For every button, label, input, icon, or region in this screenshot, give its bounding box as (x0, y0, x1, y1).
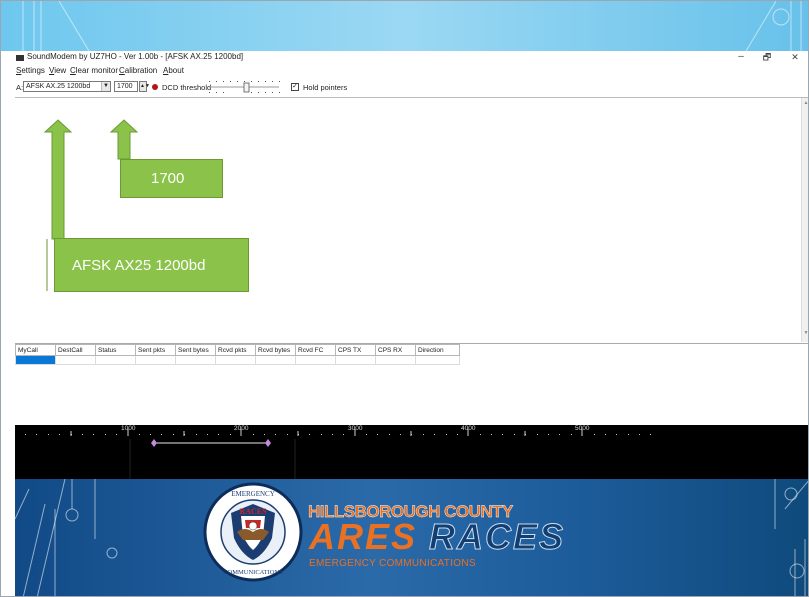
app-icon (16, 55, 24, 61)
table-cell[interactable] (375, 356, 416, 365)
table-cell[interactable] (255, 356, 296, 365)
frequency-callout: 1700 (120, 159, 223, 198)
tagline: EMERGENCY COMMUNICATIONS (309, 558, 476, 569)
table-cell[interactable] (295, 356, 336, 365)
passband-low-marker[interactable] (151, 439, 157, 447)
seal-races-text: RACES (239, 507, 267, 516)
freq-label-4000: 4000 (461, 425, 476, 432)
dcd-indicator-icon (152, 84, 158, 90)
mode-callout: AFSK AX25 1200bd (54, 238, 249, 292)
monitor-pane[interactable]: ▲ ▼ (15, 97, 808, 342)
restore-button[interactable]: 🗗 (760, 51, 774, 65)
scroll-down-icon[interactable]: ▼ (802, 330, 808, 336)
col-destcall[interactable]: DestCall (55, 344, 96, 356)
minimize-button[interactable]: – (734, 51, 748, 65)
frequency-spinner[interactable]: ▲▼ (139, 81, 150, 92)
menu-view[interactable]: View (49, 66, 66, 75)
races-seal-logo: RACES EMERGENCY COMMUNICATIONS (203, 482, 303, 582)
col-rcvd-bytes[interactable]: Rcvd bytes (255, 344, 296, 356)
col-mycall[interactable]: MyCall (15, 344, 56, 356)
col-direction[interactable]: Direction (415, 344, 460, 356)
ares-word: ARES (309, 516, 418, 557)
ares-races-wordmark: ARES RACES (309, 516, 565, 558)
chevron-down-icon[interactable]: ▼ (101, 82, 110, 91)
center-frequency-input[interactable]: 1700 (114, 81, 138, 92)
dcd-threshold-slider[interactable] (206, 78, 281, 95)
table-cell[interactable] (55, 356, 96, 365)
seal-top-text: EMERGENCY (231, 490, 275, 498)
hold-pointers-checkbox[interactable]: ✓ (291, 83, 299, 91)
scroll-up-icon[interactable]: ▲ (802, 100, 808, 106)
races-word: RACES (429, 516, 566, 558)
close-button[interactable]: ✕ (788, 51, 802, 65)
modem-mode-select[interactable]: AFSK AX.25 1200bd ▼ (23, 81, 111, 92)
top-banner (1, 1, 808, 51)
toolbar: A: AFSK AX.25 1200bd ▼ 1700 ▲▼ DCD thres… (15, 78, 808, 96)
window-title: SoundModem by UZ7HO - Ver 1.00b - [AFSK … (27, 52, 244, 61)
slide: SoundModem by UZ7HO - Ver 1.00b - [AFSK … (0, 0, 809, 597)
connections-table: MyCall DestCall Status Sent pkts Sent by… (15, 343, 808, 425)
left-slide-margin (1, 51, 15, 596)
spectrum-scale (25, 429, 651, 479)
title-bar: SoundModem by UZ7HO - Ver 1.00b - [AFSK … (15, 51, 808, 65)
table-cell[interactable] (335, 356, 376, 365)
freq-label-5000: 5000 (575, 425, 590, 432)
col-sent-bytes[interactable]: Sent bytes (175, 344, 216, 356)
table-cell[interactable] (95, 356, 136, 365)
table-cell-selected[interactable] (15, 356, 56, 365)
banner-decoration (22, 1, 802, 51)
menu-settings[interactable]: Settings (16, 66, 45, 75)
menu-clear-monitor[interactable]: Clear monitor (70, 66, 118, 75)
modem-mode-value: AFSK AX.25 1200bd (26, 83, 91, 90)
menu-calibration[interactable]: Calibration (119, 66, 157, 75)
col-status[interactable]: Status (95, 344, 136, 356)
table-cell[interactable] (135, 356, 176, 365)
menu-bar: Settings View Clear monitor Calibration … (15, 65, 808, 77)
col-rcvd-pkts[interactable]: Rcvd pkts (215, 344, 256, 356)
col-sent-pkts[interactable]: Sent pkts (135, 344, 176, 356)
hold-pointers-label: Hold pointers (303, 83, 348, 92)
table-cell[interactable] (415, 356, 460, 365)
freq-label-1000: 1000 (121, 425, 136, 432)
table-cell[interactable] (175, 356, 216, 365)
col-cps-tx[interactable]: CPS TX (335, 344, 376, 356)
bottom-banner: RACES EMERGENCY COMMUNICATIONS HILLSBORO… (15, 479, 808, 596)
freq-label-3000: 3000 (348, 425, 363, 432)
table-cell[interactable] (215, 356, 256, 365)
freq-label-2000: 2000 (234, 425, 249, 432)
waterfall-spectrum[interactable]: 1000 2000 3000 4000 5000 (15, 425, 808, 479)
passband-high-marker[interactable] (265, 439, 271, 447)
dcd-threshold-label: DCD threshold (162, 83, 212, 92)
seal-bottom-text: COMMUNICATIONS (223, 569, 283, 576)
monitor-scrollbar[interactable]: ▲ ▼ (801, 98, 808, 342)
menu-about[interactable]: About (163, 66, 184, 75)
col-rcvd-fc[interactable]: Rcvd FC (295, 344, 336, 356)
col-cps-rx[interactable]: CPS RX (375, 344, 416, 356)
